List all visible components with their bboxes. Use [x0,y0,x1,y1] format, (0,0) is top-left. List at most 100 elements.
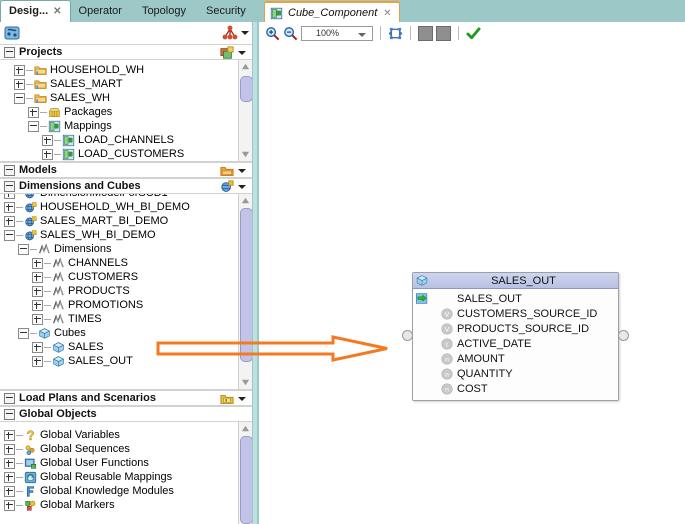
cube-attribute-row[interactable]: n COST [413,381,618,396]
expand-icon[interactable] [14,78,25,90]
expand-icon[interactable] [32,299,43,311]
collapse-icon[interactable] [4,180,15,192]
dimensions-scrollbar[interactable] [238,194,252,389]
collapse-icon[interactable] [14,92,25,104]
expand-icon[interactable] [42,148,53,160]
tree-item[interactable]: Dimensions [0,242,252,256]
new-model-folder-icon[interactable] [220,164,234,178]
cube-node-header[interactable]: SALES_OUT [413,273,618,289]
cube-attribute-row[interactable]: n QUANTITY [413,366,618,381]
section-header-models[interactable]: Models [0,162,252,178]
tree-item[interactable]: PROMOTIONS [0,298,252,312]
expand-icon[interactable] [4,499,15,511]
scroll-up-icon[interactable] [241,424,250,433]
expand-icon[interactable] [4,215,15,227]
expand-icon[interactable] [32,313,43,325]
tree-item[interactable]: HOUSEHOLD_WH_BI_DEMO [0,200,252,214]
section-header-dimensions-and-cubes[interactable]: Dimensions and Cubes [0,178,252,194]
global-objects-tree[interactable]: Global Variables Global Sequences Global U… [0,422,252,524]
tree-item[interactable]: Global Knowledge Modules [0,484,252,498]
section-header-projects[interactable]: Projects [0,44,252,60]
dimensions-and-cubes-tree[interactable]: DimensionModelForSCD1 HOUSEHOLD_WH_BI_DEM… [0,194,252,390]
tree-item[interactable]: TIMES [0,312,252,326]
expand-icon[interactable] [32,257,43,269]
close-icon[interactable]: ✕ [53,1,61,22]
tree-item[interactable]: CHANNELS [0,256,252,270]
tree-item[interactable]: Global Markers [0,498,252,512]
scroll-up-icon[interactable] [241,62,250,71]
tab-designer[interactable]: Desig... ✕ [0,0,71,23]
tree-item[interactable]: LOAD_CHANNELS [0,133,252,147]
tree-item[interactable]: LOAD_CUSTOMERS [0,147,252,161]
expand-icon[interactable] [14,64,25,76]
toolbar-button-2[interactable] [436,25,451,41]
output-port[interactable] [618,330,629,341]
tree-item[interactable]: SALES_MART [0,77,252,91]
zoom-in-icon[interactable] [265,26,280,41]
tree-item[interactable]: Mappings [0,119,252,133]
tree-item[interactable]: Cubes [0,326,252,340]
tree-item[interactable]: PRODUCTS [0,284,252,298]
section-header-load-plans[interactable]: Load Plans and Scenarios [0,390,252,406]
expand-icon[interactable] [4,194,15,199]
expand-icon[interactable] [4,443,15,455]
tab-security[interactable]: Security [198,1,254,22]
scroll-thumb[interactable] [240,208,252,362]
global-objects-scrollbar[interactable] [238,422,252,524]
expand-icon[interactable] [4,201,15,213]
chevron-down-icon[interactable] [238,169,246,173]
tree-item[interactable]: SALES_OUT [0,354,252,368]
collapse-icon[interactable] [28,120,39,132]
connection-icon[interactable] [222,25,238,41]
tree-item[interactable]: Global Sequences [0,442,252,456]
expand-icon[interactable] [32,271,43,283]
collapse-icon[interactable] [18,327,29,339]
expand-icon[interactable] [32,285,43,297]
odi-connect-icon[interactable] [4,25,20,41]
tree-item[interactable]: Global User Functions [0,456,252,470]
chevron-down-icon[interactable] [238,51,246,55]
expand-icon[interactable] [4,471,15,483]
toolbar-button-1[interactable] [418,25,433,41]
collapse-icon[interactable] [4,164,15,176]
scroll-thumb[interactable] [240,76,252,102]
chevron-down-icon[interactable] [241,31,249,35]
scroll-down-icon[interactable] [241,378,250,387]
collapse-icon[interactable] [18,243,29,255]
expand-icon[interactable] [32,355,43,367]
section-header-global-objects[interactable]: Global Objects [0,406,252,422]
tree-item[interactable]: HOUSEHOLD_WH [0,63,252,77]
scroll-thumb[interactable] [240,436,252,524]
cube-node-alias-row[interactable]: SALES_OUT [413,291,618,306]
fit-to-window-icon[interactable] [388,26,403,41]
tree-item[interactable]: Packages [0,105,252,119]
mapping-canvas[interactable]: SALES_OUT SALES_OUT V CUSTOMERS_SOURCE_ID… [259,44,685,524]
zoom-level-combobox[interactable]: 100% [301,25,373,41]
tree-item[interactable]: SALES_MART_BI_DEMO [0,214,252,228]
new-dimension-icon[interactable] [220,180,234,194]
close-icon[interactable]: ✕ [383,8,391,19]
tree-item[interactable]: CUSTOMERS [0,270,252,284]
collapse-icon[interactable] [4,46,15,58]
expand-icon[interactable] [4,457,15,469]
cube-attribute-row[interactable]: V PRODUCTS_SOURCE_ID [413,321,618,336]
scroll-down-icon[interactable] [241,150,250,159]
expand-icon[interactable] [42,134,53,146]
projects-tree[interactable]: HOUSEHOLD_WH SALES_MART SALES_WH Packages Ma… [0,60,252,162]
input-port[interactable] [402,330,413,341]
chevron-down-icon[interactable] [358,32,366,37]
panel-splitter[interactable] [252,0,259,524]
cube-attribute-row[interactable]: n AMOUNT [413,351,618,366]
projects-scrollbar[interactable] [238,60,252,161]
scroll-up-icon[interactable] [241,196,250,205]
tree-item[interactable]: SALES [0,340,252,354]
tree-item[interactable]: SALES_WH [0,91,252,105]
collapse-icon[interactable] [4,392,15,404]
tab-topology[interactable]: Topology [134,1,194,22]
new-load-plan-icon[interactable] [220,392,234,406]
expand-icon[interactable] [4,429,15,441]
tab-operator[interactable]: Operator [71,1,130,22]
tab-cube-component[interactable]: Cube_Component ✕ [264,1,400,23]
cube-node-sales-out[interactable]: SALES_OUT SALES_OUT V CUSTOMERS_SOURCE_ID… [402,272,629,401]
chevron-down-icon[interactable] [238,185,246,189]
